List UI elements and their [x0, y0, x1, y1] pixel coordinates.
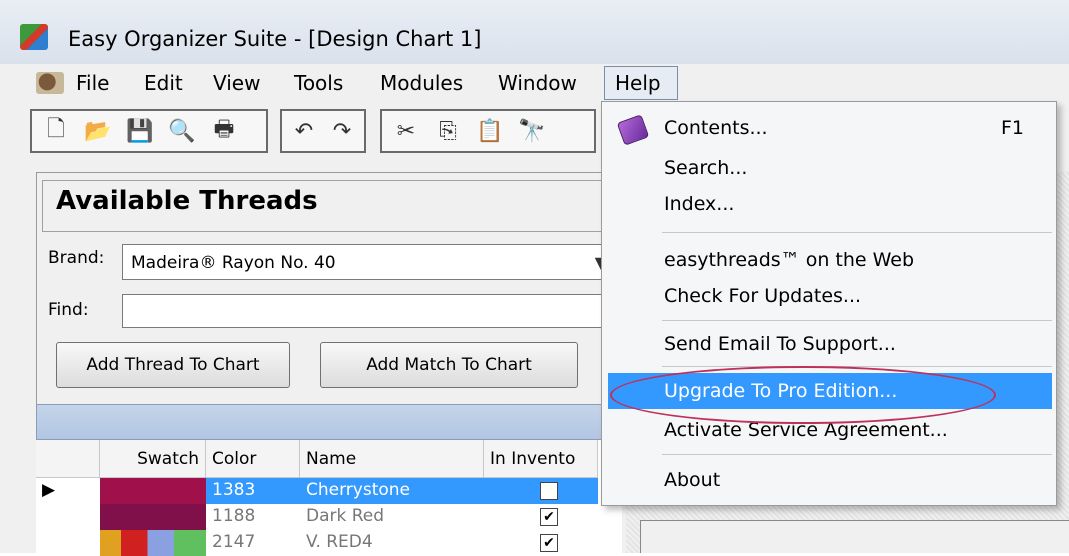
chart-area-inner [640, 520, 1069, 553]
menu-window[interactable]: Window [498, 71, 577, 95]
menu-item-about-label: About [664, 469, 721, 491]
menu-item-send-email-label: Send Email To Support... [664, 333, 896, 355]
menu-item-about[interactable]: About [608, 462, 1052, 500]
paste-icon[interactable]: 📋 [472, 113, 508, 149]
menu-item-check-updates[interactable]: Check For Updates... [608, 278, 1052, 316]
menu-file[interactable]: File [76, 71, 109, 95]
cut-icon[interactable]: ✂ [388, 113, 424, 149]
help-book-icon [616, 114, 650, 146]
table-row[interactable]: 1188 Dark Red ✔ [36, 504, 622, 530]
find-icon[interactable]: 🔭 [514, 113, 550, 149]
menu-modules[interactable]: Modules [380, 71, 463, 95]
new-icon[interactable]: 🗋 [38, 113, 74, 149]
menu-tools[interactable]: Tools [294, 71, 343, 95]
menu-help[interactable]: Help [604, 66, 678, 100]
in-inventory-checkbox[interactable]: ✔ [540, 508, 558, 526]
menu-item-check-updates-label: Check For Updates... [664, 285, 862, 307]
toolbar-file-group: 🗋 📂 💾 🔍 🖶 [30, 109, 268, 153]
menu-separator [662, 454, 1052, 455]
find-input[interactable] [122, 294, 612, 328]
menu-item-activate-service-label: Activate Service Agreement... [664, 419, 948, 441]
column-header-name[interactable]: Name [300, 440, 484, 478]
row-pointer-icon: ▶ [42, 480, 56, 500]
menu-item-web[interactable]: easythreads™ on the Web [608, 242, 1052, 280]
window-menu-icon[interactable] [36, 72, 64, 94]
grid-group-header [36, 404, 622, 440]
redo-icon[interactable]: ↷ [326, 113, 358, 149]
threads-grid: Swatch Color Name In Invento ▶ 1383 Cher… [36, 440, 622, 556]
color-code: 1188 [212, 506, 256, 526]
table-row[interactable]: ▶ 1383 Cherrystone [36, 478, 622, 504]
brand-select[interactable]: Madeira® Rayon No. 40 ▼ [122, 244, 612, 280]
help-menu-dropdown: Contents... F1 Search... Index... easyth… [601, 101, 1057, 506]
menu-item-contents-label: Contents... [664, 117, 768, 139]
save-icon[interactable]: 💾 [122, 113, 158, 149]
column-header-color[interactable]: Color [206, 440, 300, 478]
menu-separator [662, 320, 1052, 321]
column-header-in-inventory[interactable]: In Invento [484, 440, 598, 478]
menu-item-contents-shortcut: F1 [1000, 117, 1024, 139]
brand-label: Brand: [48, 248, 105, 268]
thread-name: Cherrystone [300, 478, 484, 504]
print-icon[interactable]: 🖶 [206, 113, 242, 149]
add-thread-to-chart-button[interactable]: Add Thread To Chart [56, 342, 290, 388]
open-icon[interactable]: 📂 [80, 113, 116, 149]
app-icon [20, 24, 48, 50]
column-header-swatch[interactable]: Swatch [100, 440, 206, 478]
toolbar-history-group: ↶ ↷ [280, 109, 366, 153]
thread-name: V. RED4 [306, 532, 373, 552]
menu-item-activate-service[interactable]: Activate Service Agreement... [608, 412, 1052, 450]
menu-bar: File Edit View Tools Modules Window Help [0, 64, 1069, 102]
toolbar-edit-group: ✂ ⎘ 📋 🔭 [380, 109, 596, 153]
menu-item-search-label: Search... [664, 157, 748, 179]
color-code: 2147 [212, 532, 256, 552]
menu-item-upgrade[interactable]: Upgrade To Pro Edition... [608, 373, 1052, 409]
menu-separator [662, 232, 1052, 233]
window-title: Easy Organizer Suite - [Design Chart 1] [68, 27, 482, 51]
print-preview-icon[interactable]: 🔍 [164, 113, 200, 149]
swatch [100, 504, 206, 530]
in-inventory-checkbox[interactable]: ✔ [540, 534, 558, 552]
menu-item-contents[interactable]: Contents... F1 [608, 110, 1052, 148]
swatch [100, 530, 206, 556]
panel-title: Available Threads [56, 186, 318, 216]
menu-edit[interactable]: Edit [144, 71, 183, 95]
menu-item-web-label: easythreads™ on the Web [664, 249, 915, 271]
thread-name: Dark Red [306, 506, 385, 526]
menu-item-index[interactable]: Index... [608, 186, 1052, 224]
brand-select-value: Madeira® Rayon No. 40 [131, 253, 336, 273]
menu-item-send-email[interactable]: Send Email To Support... [608, 326, 1052, 364]
in-inventory-cell [484, 478, 598, 504]
color-code: 1383 [206, 478, 300, 504]
swatch [100, 478, 206, 504]
undo-icon[interactable]: ↶ [288, 113, 320, 149]
menu-item-index-label: Index... [664, 193, 735, 215]
menu-help-label: Help [615, 71, 661, 95]
menu-view[interactable]: View [213, 71, 260, 95]
menu-item-upgrade-label: Upgrade To Pro Edition... [664, 380, 898, 402]
add-match-to-chart-button[interactable]: Add Match To Chart [320, 342, 578, 388]
copy-icon[interactable]: ⎘ [430, 113, 466, 149]
in-inventory-checkbox[interactable] [540, 482, 558, 500]
menu-item-search[interactable]: Search... [608, 150, 1052, 188]
row-selector-header [36, 440, 100, 478]
menu-separator [662, 366, 1052, 367]
find-label: Find: [48, 300, 89, 320]
table-row[interactable]: 2147 V. RED4 ✔ [36, 530, 622, 556]
